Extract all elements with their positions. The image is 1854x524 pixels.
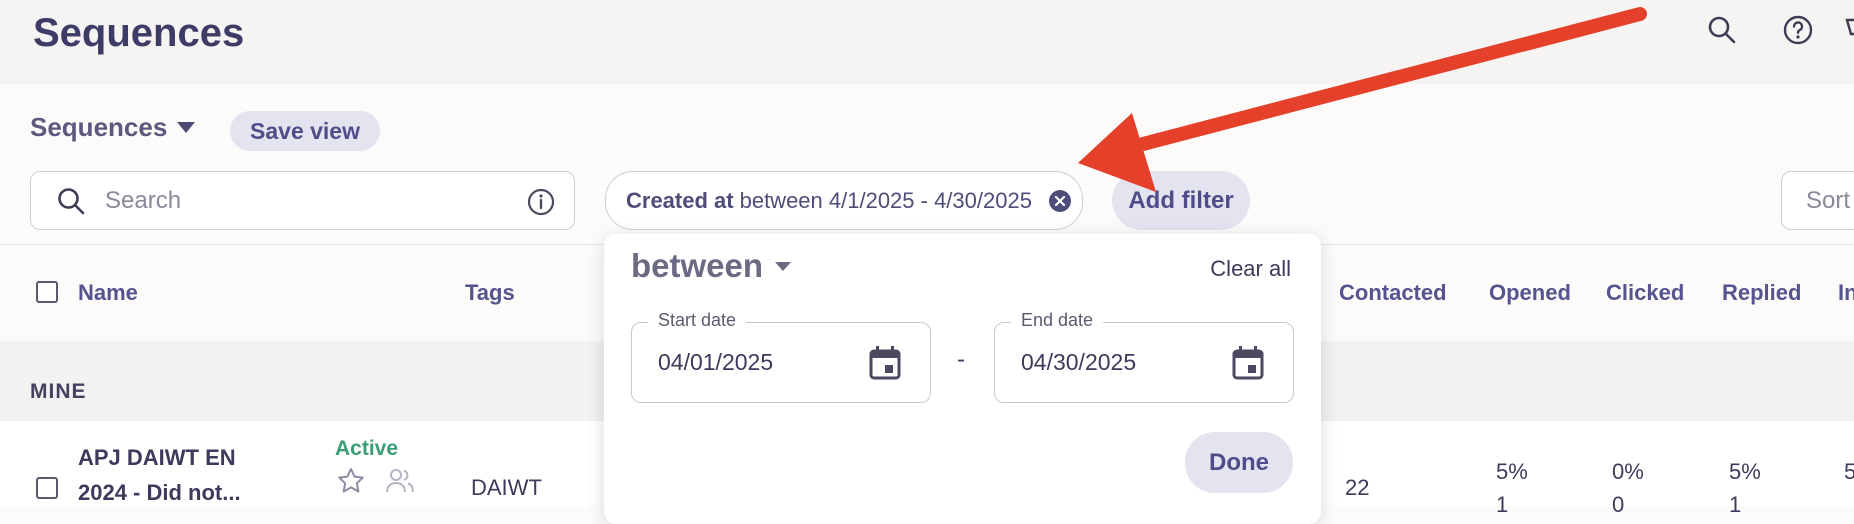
- end-date-field[interactable]: End date 04/30/2025: [994, 310, 1294, 403]
- page-title: Sequences: [33, 11, 245, 55]
- row-checkbox[interactable]: [36, 477, 58, 499]
- column-header-clicked[interactable]: Clicked: [1606, 280, 1684, 306]
- column-header-interested[interactable]: In: [1838, 280, 1854, 306]
- column-header-contacted[interactable]: Contacted: [1339, 280, 1447, 306]
- sort-select[interactable]: Sort: [1781, 171, 1854, 230]
- calendar-icon[interactable]: [1231, 345, 1265, 386]
- group-label: MINE: [30, 380, 87, 403]
- search-input[interactable]: Search: [30, 171, 575, 230]
- sequence-name-line2: 2024 - Did not...: [78, 480, 241, 505]
- opened-cell: 5%: [1496, 459, 1528, 484]
- replied-cell: 5%: [1729, 459, 1761, 484]
- select-all-checkbox[interactable]: [36, 281, 58, 303]
- top-bar: [0, 0, 1854, 84]
- column-header-tags[interactable]: Tags: [465, 280, 515, 306]
- filter-chip-value: between 4/1/2025 - 4/30/2025: [739, 187, 1032, 213]
- date-range-separator: -: [957, 346, 965, 373]
- sequence-name-line1: APJ DAIWT EN: [78, 445, 236, 470]
- end-date-label: End date: [1011, 310, 1104, 331]
- team-icon[interactable]: [384, 466, 416, 501]
- caret-down-icon: [775, 261, 792, 271]
- caret-down-icon: [177, 122, 196, 133]
- start-date-value: 04/01/2025: [658, 349, 774, 375]
- clear-all-button[interactable]: Clear all: [1210, 256, 1291, 282]
- calendar-icon[interactable]: [868, 345, 902, 386]
- operator-label: between: [631, 247, 764, 284]
- column-header-replied[interactable]: Replied: [1722, 280, 1801, 306]
- replied-count: 1: [1729, 492, 1742, 517]
- done-button[interactable]: Done: [1185, 432, 1293, 493]
- clicked-cell: 0%: [1612, 459, 1644, 484]
- operator-select[interactable]: between: [631, 247, 792, 285]
- sequence-name[interactable]: APJ DAIWT EN 2024 - Did not...: [78, 440, 268, 510]
- search-placeholder: Search: [105, 187, 182, 214]
- add-filter-button[interactable]: Add filter: [1112, 171, 1250, 230]
- start-date-label: Start date: [648, 310, 747, 331]
- search-icon: [56, 186, 86, 221]
- column-header-opened[interactable]: Opened: [1489, 280, 1571, 306]
- column-header-name[interactable]: Name: [78, 280, 138, 306]
- view-selector-label: Sequences: [30, 112, 168, 142]
- help-icon[interactable]: [1782, 14, 1814, 46]
- view-selector[interactable]: Sequences: [30, 112, 196, 143]
- interested-cell: 5: [1844, 459, 1854, 484]
- star-icon[interactable]: [336, 466, 366, 501]
- search-icon[interactable]: [1706, 14, 1738, 46]
- start-date-field[interactable]: Start date 04/01/2025: [631, 310, 931, 403]
- filter-chip-key: Created at: [626, 187, 734, 213]
- save-view-button[interactable]: Save view: [230, 111, 380, 151]
- notification-icon[interactable]: [1843, 14, 1854, 46]
- clicked-count: 0: [1612, 492, 1625, 517]
- opened-count: 1: [1496, 492, 1509, 517]
- contacted-cell: 22: [1345, 475, 1370, 500]
- tag-cell: DAIWT: [471, 475, 542, 500]
- date-filter-popover: between Clear all Start date 04/01/2025 …: [604, 234, 1321, 524]
- end-date-value: 04/30/2025: [1021, 349, 1137, 375]
- status-badge: Active: [335, 437, 399, 460]
- info-icon[interactable]: [526, 187, 556, 222]
- clear-filter-icon[interactable]: [1048, 189, 1072, 219]
- filter-chip-created-at[interactable]: Created at between 4/1/2025 - 4/30/2025: [605, 171, 1083, 230]
